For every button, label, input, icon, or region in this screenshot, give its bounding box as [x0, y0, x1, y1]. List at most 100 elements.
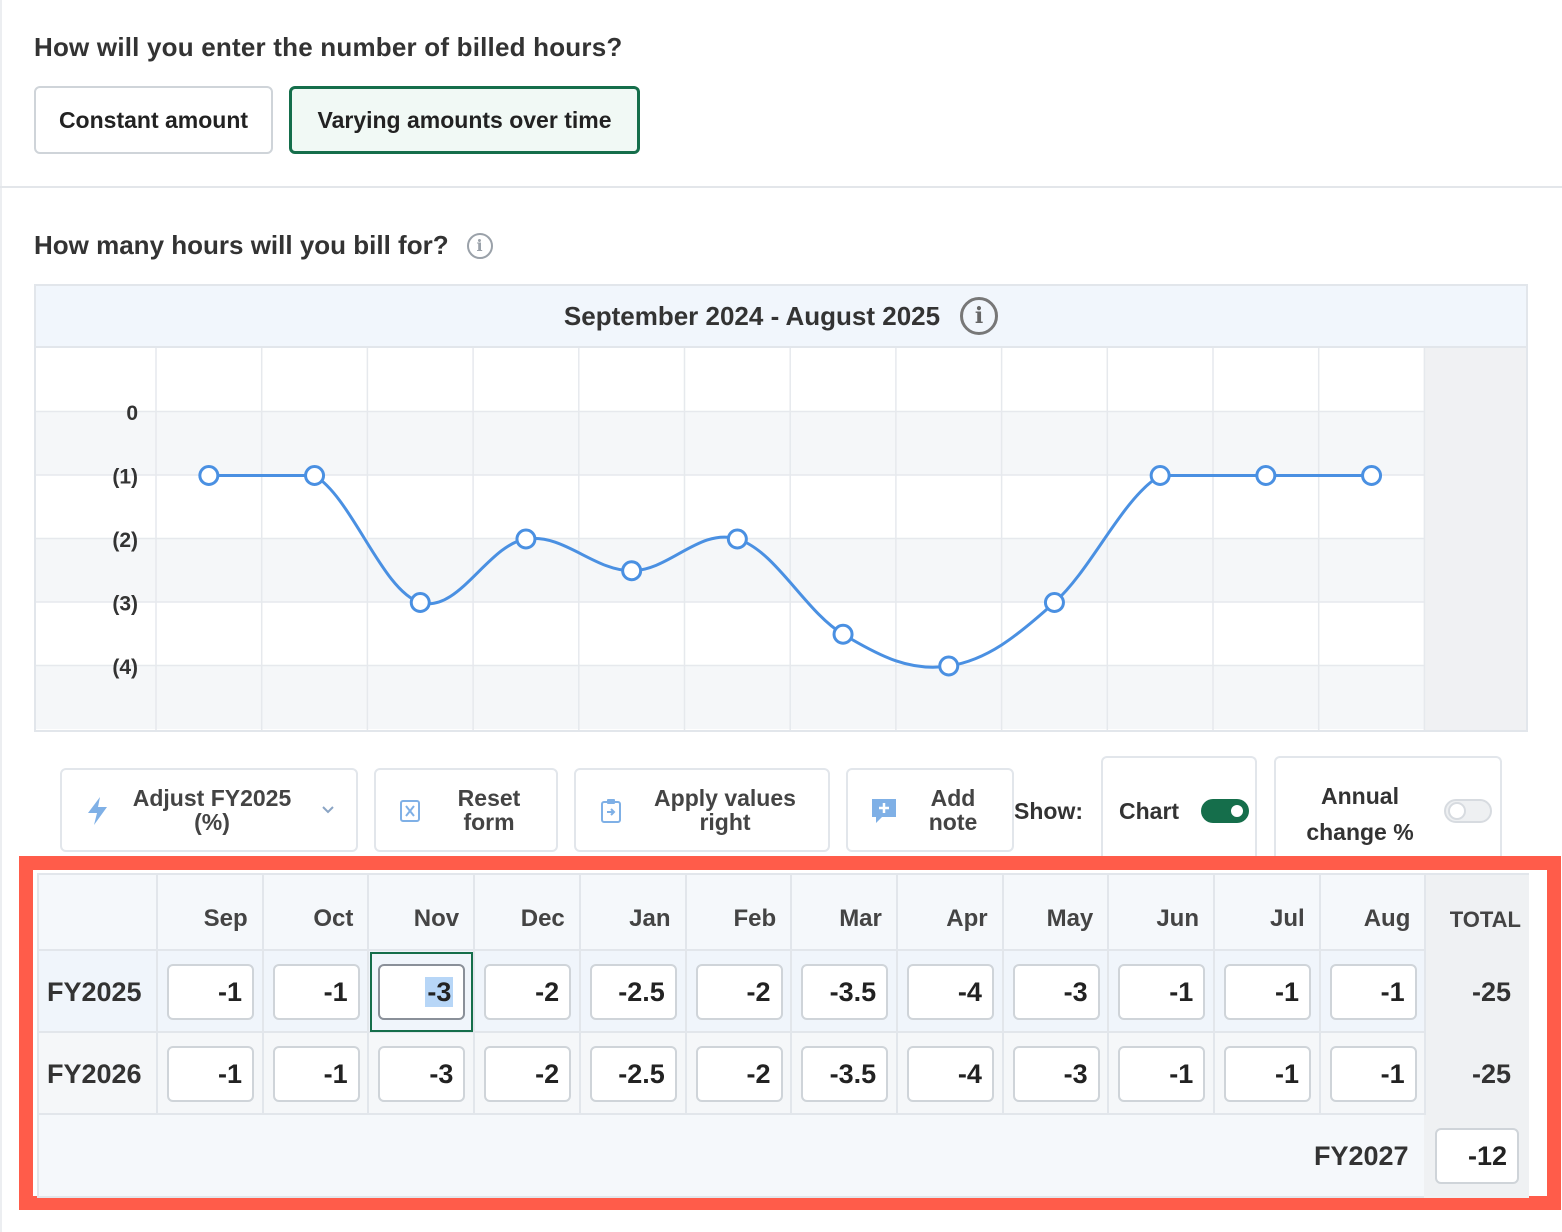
hours-question: How many hours will you bill for? i — [34, 230, 493, 261]
hours-input[interactable]: -3 — [1012, 964, 1100, 1020]
chart-header: September 2024 - August 2025 i — [36, 286, 1526, 348]
line-chart: 0 (1) (2) (3) (4) — [36, 348, 1526, 730]
data-point-may[interactable] — [1043, 592, 1065, 613]
chart-band — [36, 411, 1425, 475]
adjust-fy2025-button[interactable]: Adjust FY2025 (%) — [60, 768, 358, 852]
chevron-down-icon — [322, 806, 334, 814]
hours-input[interactable]: -1 — [167, 964, 254, 1020]
hours-chart: September 2024 - August 2025 i 0 (1) (2) (3… — [34, 284, 1528, 732]
y-tick-label: (3) — [112, 593, 138, 616]
annual-change-toggle-switch[interactable] — [1444, 799, 1492, 823]
hours-input[interactable]: -3.5 — [801, 964, 889, 1020]
hours-input[interactable]: -2 — [695, 1046, 783, 1102]
data-point-aug[interactable] — [1361, 465, 1383, 486]
add-note-button[interactable]: Add note — [846, 768, 1014, 852]
hours-input[interactable]: -3 — [378, 1046, 466, 1102]
annual-change-label: Annual change % — [1306, 783, 1414, 845]
row-label-fy2026: FY2026 — [47, 1059, 142, 1089]
hours-input[interactable]: -2.5 — [589, 1046, 677, 1102]
row-label-fy2025: FY2025 — [47, 977, 142, 1007]
month-header-nov: Nov — [413, 905, 460, 932]
data-point-oct[interactable] — [304, 465, 326, 486]
data-point-jul[interactable] — [1255, 465, 1277, 486]
hours-input[interactable]: -2 — [484, 964, 572, 1020]
varying-amounts-option[interactable]: Varying amounts over time — [289, 86, 640, 154]
reset-form-button[interactable]: Reset form — [374, 768, 558, 852]
hours-input[interactable]: -3 — [1012, 1046, 1100, 1102]
focused-cell-outline — [370, 952, 474, 1032]
reset-label: Reset form — [457, 785, 521, 835]
chart-toggle-label: Chart — [1119, 798, 1180, 824]
constant-amount-option[interactable]: Constant amount — [34, 86, 273, 154]
add-note-icon — [872, 799, 896, 823]
row-total: -25 — [1471, 977, 1511, 1007]
chart-band — [36, 475, 1425, 539]
data-point-jan[interactable] — [621, 560, 643, 582]
data-point-apr[interactable] — [938, 655, 960, 677]
month-header-mar: Mar — [839, 905, 882, 932]
month-header-jan: Jan — [629, 905, 671, 932]
data-point-sep[interactable] — [198, 465, 220, 486]
hours-input[interactable]: -3.5 — [801, 1046, 889, 1102]
month-header-may: May — [1046, 905, 1094, 932]
hours-input[interactable]: -1 — [1224, 964, 1311, 1020]
month-header-sep: Sep — [203, 905, 248, 932]
chart-band — [36, 602, 1425, 666]
hours-input[interactable]: -1 — [1118, 964, 1206, 1020]
hours-input[interactable]: -1 — [1224, 1046, 1311, 1102]
section-divider — [0, 186, 1562, 188]
month-header-aug: Aug — [1363, 905, 1411, 932]
info-icon[interactable]: i — [466, 232, 493, 259]
hours-input[interactable]: -1 — [272, 1046, 360, 1102]
left-border — [0, 0, 2, 1232]
data-point-nov[interactable] — [409, 592, 431, 613]
y-tick-label: (1) — [112, 466, 138, 489]
add-note-label: Add note — [928, 785, 978, 835]
data-point-feb[interactable] — [726, 528, 748, 550]
chart-info-icon[interactable]: i — [960, 297, 999, 335]
data-point-dec[interactable] — [515, 528, 537, 550]
apply-values-right-button[interactable]: Apply values right — [574, 768, 830, 852]
annual-change-toggle-card: Annual change % — [1274, 756, 1502, 856]
hours-input[interactable]: -4 — [906, 1046, 994, 1102]
chart-toggle-card: Chart — [1101, 756, 1257, 856]
hours-table: Sep Oct Nov Dec Jan Feb Mar Apr May Jun Jul Aug TOTA… — [37, 873, 1529, 1198]
hours-input[interactable]: -1 — [1329, 1046, 1417, 1102]
data-point-jun[interactable] — [1149, 465, 1171, 486]
chart-band — [36, 665, 1425, 729]
clipboard-icon — [601, 799, 621, 823]
hours-input[interactable]: -1 — [167, 1046, 254, 1102]
hours-input[interactable]: -2.5 — [589, 964, 677, 1020]
chart-band — [36, 538, 1425, 602]
chart-toggle-switch[interactable] — [1201, 799, 1249, 823]
month-header-jun: Jun — [1156, 905, 1199, 932]
hours-input[interactable]: -1 — [272, 964, 360, 1020]
fy2027-label: FY2027 — [1314, 1141, 1409, 1171]
chart-title: September 2024 - August 2025 — [563, 300, 941, 331]
hours-input[interactable]: -1 — [1329, 964, 1417, 1020]
total-header: TOTAL — [1449, 907, 1521, 932]
entry-method-question: How will you enter the number of billed … — [34, 32, 623, 62]
fy2027-input[interactable]: -12 — [1435, 1128, 1519, 1184]
chart-total-column — [1424, 348, 1526, 730]
hours-question-label: How many hours will you bill for? — [34, 230, 449, 260]
adjust-label: Adjust FY2025 (%) — [132, 785, 292, 835]
y-tick-label: (2) — [112, 529, 138, 552]
month-header-dec: Dec — [520, 905, 565, 932]
hours-input[interactable]: -2 — [695, 964, 783, 1020]
reset-icon — [400, 800, 420, 822]
hours-input[interactable]: -1 — [1118, 1046, 1206, 1102]
row-total: -25 — [1471, 1059, 1511, 1089]
month-header-apr: Apr — [946, 905, 988, 932]
chart-band — [36, 348, 1425, 412]
show-label: Show: — [1014, 798, 1083, 824]
hours-input[interactable]: -4 — [906, 964, 994, 1020]
lightning-icon — [88, 797, 107, 825]
data-point-mar[interactable] — [832, 623, 854, 645]
y-tick-label: (4) — [112, 656, 138, 679]
apply-label: Apply values right — [654, 785, 796, 835]
month-header-oct: Oct — [313, 905, 354, 932]
y-tick-label: 0 — [126, 402, 138, 425]
hours-input[interactable]: -2 — [484, 1046, 572, 1102]
month-header-jul: Jul — [1270, 905, 1305, 932]
